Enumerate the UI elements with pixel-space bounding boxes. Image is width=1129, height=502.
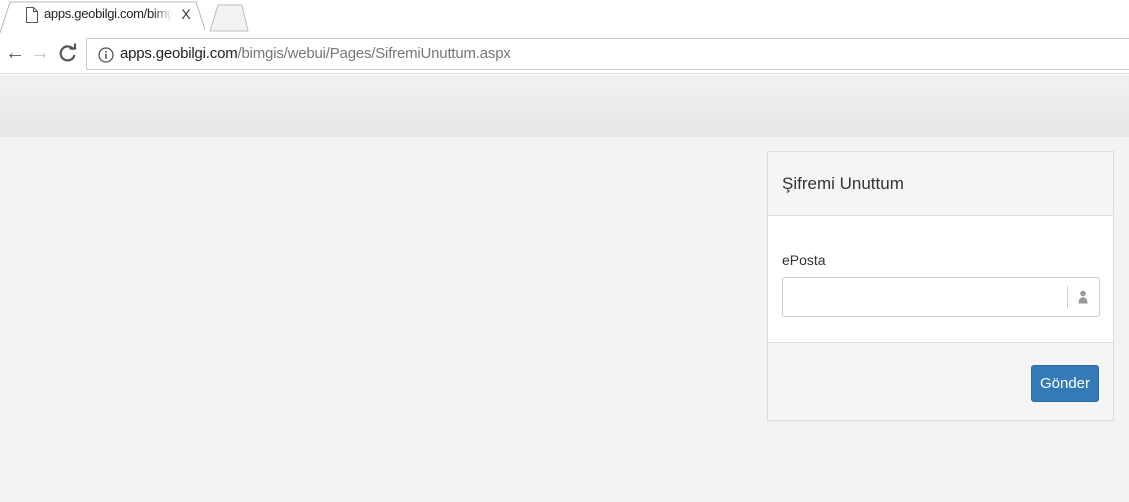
tab-title: apps.geobilgi.com/bimgi [44,6,172,21]
email-input-group [782,277,1100,317]
page-header-band [0,75,1129,137]
url-host: apps.geobilgi.com [120,45,238,62]
address-bar[interactable]: apps.geobilgi.com/bimgis/webui/Pages/Sif… [86,38,1129,70]
tab-close-icon[interactable]: X [178,5,194,23]
user-icon [1078,290,1088,304]
submit-button[interactable]: Gönder [1031,365,1099,402]
browser-tab-active[interactable]: apps.geobilgi.com/bimgi X [0,0,205,34]
page-icon [26,7,38,23]
forward-arrow-icon[interactable]: → [29,42,51,64]
forgot-password-panel: Şifremi Unuttum ePosta Gönder [767,151,1114,421]
panel-footer: Gönder [768,342,1113,420]
panel-body: ePosta [768,216,1113,342]
addon-divider [1067,286,1068,308]
email-field[interactable] [783,278,1067,316]
browser-toolbar: ← → apps.geobilgi.com/bimgis/webui/Pages… [0,34,1129,74]
new-tab-button[interactable] [208,4,250,32]
email-label: ePosta [782,252,826,268]
panel-title: Şifremi Unuttum [782,174,904,193]
url-path: /bimgis/webui/Pages/SifremiUnuttum.aspx [237,45,511,62]
back-arrow-icon[interactable]: ← [4,42,26,64]
email-addon [1067,278,1099,316]
info-icon[interactable] [98,47,114,63]
url-text: apps.geobilgi.com/bimgis/webui/Pages/Sif… [120,45,511,62]
browser-tab-strip: apps.geobilgi.com/bimgi X [0,0,1129,34]
reload-icon[interactable] [57,42,79,64]
panel-heading: Şifremi Unuttum [768,152,1113,216]
